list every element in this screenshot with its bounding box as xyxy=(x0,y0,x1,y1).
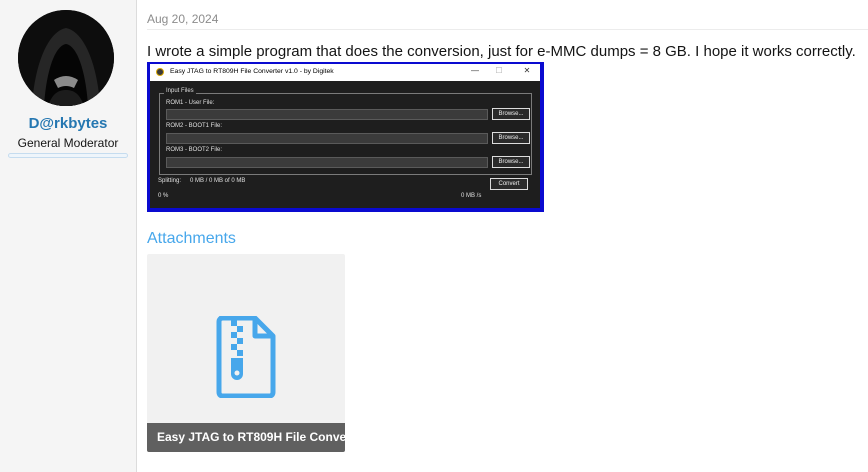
app-icon xyxy=(156,68,164,76)
rom1-field xyxy=(166,109,488,120)
post-divider xyxy=(147,29,868,30)
rom1-browse-button: Browse... xyxy=(492,108,530,120)
attachment-card[interactable]: Easy JTAG to RT809H File Conve... xyxy=(147,254,345,452)
rom2-label: ROM2 - BOOT1 File: xyxy=(166,123,223,129)
user-banner-bar xyxy=(8,153,128,158)
hooded-figure-icon xyxy=(18,10,114,106)
app-window: Easy JTAG to RT809H File Converter v1.0 … xyxy=(150,64,540,208)
rom2-field xyxy=(166,133,488,144)
minimize-icon: — xyxy=(471,66,479,75)
input-files-label: Input Files xyxy=(164,88,196,94)
rom3-label: ROM3 - BOOT2 File: xyxy=(166,147,223,153)
attachment-filename[interactable]: Easy JTAG to RT809H File Conve... xyxy=(147,423,345,452)
user-sidebar: D@rkbytes General Moderator xyxy=(0,0,137,472)
progress-percent: 0 % xyxy=(158,193,169,199)
post-screenshot-image[interactable]: Easy JTAG to RT809H File Converter v1.0 … xyxy=(147,62,544,212)
transfer-speed: 0 MB /s xyxy=(461,193,482,199)
avatar[interactable] xyxy=(18,10,114,106)
close-icon: ✕ xyxy=(523,66,531,75)
rom1-label: ROM1 - User File: xyxy=(166,100,215,106)
splitting-value: 0 MB / 0 MB of 0 MB xyxy=(190,178,246,184)
user-title: General Moderator xyxy=(17,136,119,150)
app-window-title: Easy JTAG to RT809H File Converter v1.0 … xyxy=(170,68,334,75)
maximize-icon: ☐ xyxy=(495,66,503,75)
post-date[interactable]: Aug 20, 2024 xyxy=(147,12,218,26)
attachments-heading: Attachments xyxy=(147,230,236,247)
post-message: I wrote a simple program that does the c… xyxy=(147,43,856,60)
splitting-label: Splitting: xyxy=(158,178,182,184)
rom2-browse-button: Browse... xyxy=(492,132,530,144)
username-link[interactable]: D@rkbytes xyxy=(0,115,136,132)
convert-button: Convert xyxy=(490,178,528,190)
app-titlebar: Easy JTAG to RT809H File Converter v1.0 … xyxy=(150,64,540,81)
rom3-browse-button: Browse... xyxy=(492,156,530,168)
rom3-field xyxy=(166,157,488,168)
zip-file-icon xyxy=(216,316,276,398)
